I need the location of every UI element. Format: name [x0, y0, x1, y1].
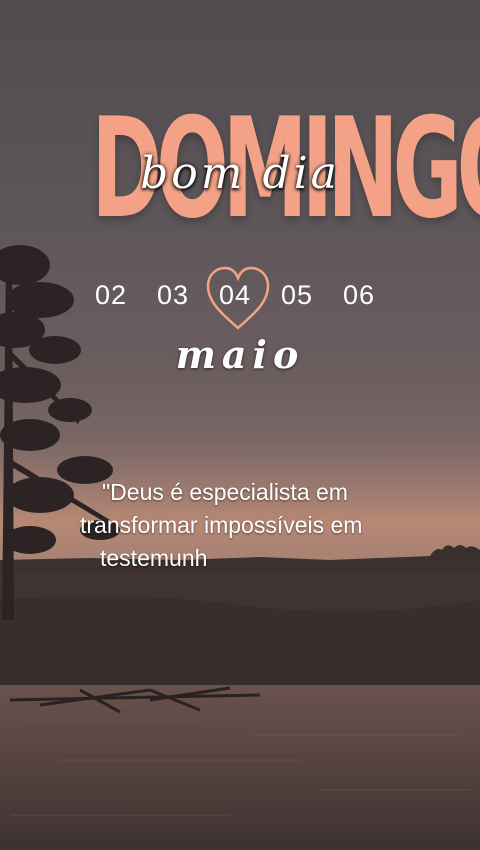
- quote-line: transformar impossíveis em: [80, 512, 363, 538]
- quote-line: "Deus é especialista em: [102, 479, 348, 505]
- date-item: 03: [156, 280, 190, 310]
- date-item: 06: [342, 280, 376, 310]
- date-strip: 02 03 04 05 06: [0, 280, 480, 320]
- month-script: maio: [175, 332, 305, 377]
- date-item-selected: 04: [218, 280, 252, 310]
- greeting-script: bom dia: [140, 148, 340, 199]
- date-item: 05: [280, 280, 314, 310]
- quote-line: testemunh: [100, 545, 208, 571]
- quote-text: "Deus é especialista em transformar impo…: [72, 476, 412, 575]
- date-item: 02: [94, 280, 128, 310]
- story-card: DOMINGO bom dia 02 03 04 05 06 maio "Deu…: [0, 0, 480, 850]
